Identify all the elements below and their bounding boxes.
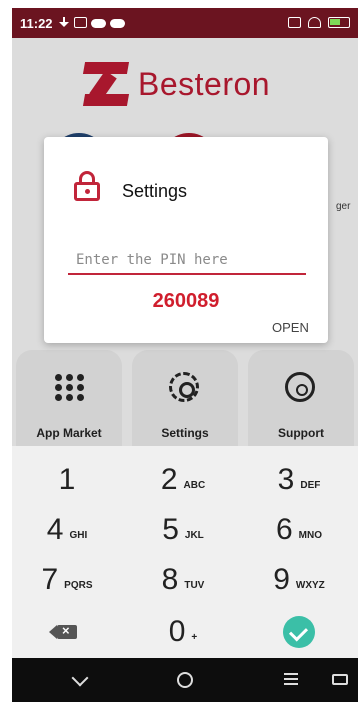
home-icon[interactable] [177,672,193,688]
backspace-icon [49,623,77,639]
key-0[interactable]: 0 + [128,606,238,658]
gear-icon [169,372,201,404]
key-digit: 5 [162,513,179,546]
key-letters: PQRS [64,579,93,591]
apps-icon [53,372,85,404]
brand-logo-mark-icon [82,62,130,106]
key-digit: 1 [58,463,76,496]
notification-icons [58,17,125,29]
key-9[interactable]: 9 WXYZ [244,554,354,606]
key-digit: 8 [161,563,179,596]
navigation-bar [12,658,358,702]
key-letters: ABC [183,479,206,491]
check-icon [283,616,315,648]
backspace-key[interactable] [12,606,122,658]
key-letters: GHI [69,529,88,541]
wifi-icon [308,17,321,28]
status-bar: 11:22 [12,8,358,38]
key-digit: 3 [277,463,295,496]
key-3[interactable]: 3 DEF [244,454,354,506]
device-screen: 11:22 Besteron ger App Market Settings S… [12,8,358,702]
dialog-title: Settings [122,181,188,201]
truncated-app-label: ger [336,201,351,212]
download-icon [58,17,70,29]
key-digit: 2 [160,463,178,496]
key-1[interactable]: 1 [12,454,122,506]
status-time: 11:22 [20,16,53,31]
cast-icon [288,17,301,28]
key-digit: 7 [41,563,59,596]
key-letters: MNO [298,529,323,541]
tile-label: Support [278,426,324,440]
message-icon [74,17,87,28]
key-8[interactable]: 8 TUV [128,554,238,606]
key-4[interactable]: 4 GHI [12,504,122,556]
cloud-icon [91,19,106,28]
brand-logo: Besteron [82,62,271,106]
key-letters: TUV [184,579,205,591]
brand-name: Besteron [138,65,271,102]
pin-input[interactable] [68,247,306,275]
key-letters: DEF [300,479,321,491]
key-2[interactable]: 2 ABC [128,454,238,506]
tile-label: App Market [36,426,102,440]
key-letters: + [191,631,198,643]
tile-label: Settings [161,426,209,440]
key-letters: JKL [184,529,204,541]
key-letters: WXYZ [295,579,325,591]
key-7[interactable]: 7 PQRS [12,554,122,606]
key-digit: 9 [273,563,290,596]
back-icon[interactable] [71,669,89,687]
pin-dialog: Settings 260089 OPEN [44,137,328,343]
key-5[interactable]: 5 JKL [128,504,238,556]
confirm-key[interactable] [244,606,354,658]
key-digit: 0 [168,615,186,648]
key-6[interactable]: 6 MNO [244,504,354,556]
battery-icon [328,17,350,28]
numeric-keypad: 1 2 ABC 3 DEF 4 GHI 5 JKL 6 MNO 7 PQRS 8… [12,446,358,658]
open-button[interactable]: OPEN [272,320,309,335]
system-icons [288,17,350,28]
lock-icon [74,171,100,201]
displayed-pin: 260089 [152,290,220,312]
cloud-icon [110,19,125,28]
menu-icon[interactable] [284,673,298,685]
key-digit: 6 [275,513,293,546]
key-digit: 4 [46,513,64,546]
headset-icon [285,372,317,404]
keyboard-icon[interactable] [332,674,348,685]
